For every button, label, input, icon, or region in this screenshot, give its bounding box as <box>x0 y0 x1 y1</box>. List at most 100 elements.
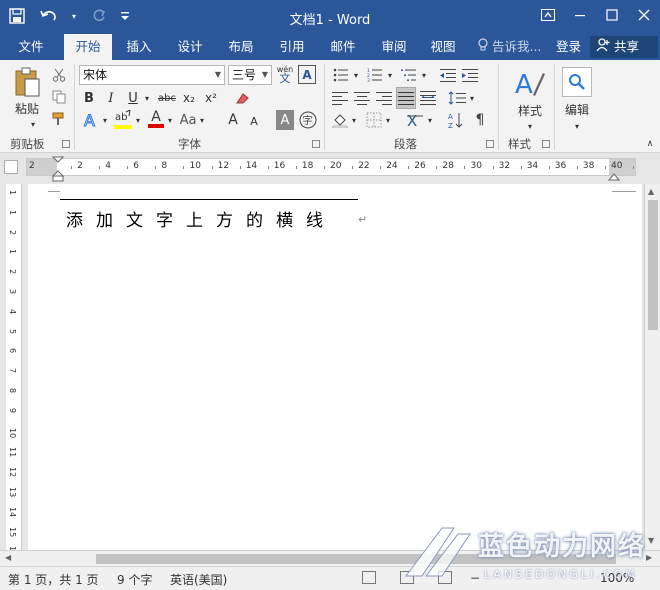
grow-font-button[interactable]: A <box>224 110 242 130</box>
scroll-up-icon[interactable]: ▲ <box>648 187 654 196</box>
tab-file[interactable]: 文件 <box>8 34 54 60</box>
font-size-combo[interactable]: 三号 ▼ <box>228 65 272 85</box>
tab-review[interactable]: 审阅 <box>371 34 417 60</box>
shading-icon[interactable] <box>330 110 350 130</box>
close-icon[interactable] <box>628 0 660 30</box>
language-indicator[interactable]: 英语(美国) <box>170 571 227 588</box>
bullets-icon[interactable] <box>330 66 352 84</box>
format-painter-icon[interactable] <box>50 110 68 128</box>
styles-launcher-icon[interactable]: . <box>542 140 550 148</box>
sort-icon[interactable]: AZ <box>446 110 466 130</box>
editing-dropdown-icon[interactable]: ▾ <box>572 122 582 131</box>
maximize-icon[interactable] <box>596 0 628 30</box>
highlight-color-bar <box>114 124 132 129</box>
font-color-button[interactable]: A <box>146 108 166 130</box>
vertical-scroll-thumb[interactable] <box>648 200 658 330</box>
bold-button[interactable]: B <box>80 89 98 107</box>
highlight-button[interactable]: ab <box>112 108 134 130</box>
tab-references[interactable]: 引用 <box>269 34 315 60</box>
align-left-icon[interactable] <box>330 89 350 107</box>
shading-dropdown-icon[interactable]: ▾ <box>350 110 358 130</box>
word-count[interactable]: 9 个字 <box>117 571 152 588</box>
minimize-icon[interactable] <box>564 0 596 30</box>
styles-button[interactable]: A 样式 <box>508 66 552 122</box>
font-launcher-icon[interactable]: . <box>312 140 320 148</box>
group-separator <box>554 64 555 150</box>
enclose-characters-icon[interactable]: 字 <box>298 110 317 130</box>
font-name-dropdown-icon[interactable]: ▼ <box>215 66 221 84</box>
cut-icon[interactable] <box>50 66 68 84</box>
tell-me-box[interactable]: 告诉我... <box>478 34 541 60</box>
strikethrough-button[interactable]: abc <box>156 89 178 107</box>
share-button[interactable]: 共享 <box>590 36 658 58</box>
read-mode-icon[interactable]: . <box>362 571 376 584</box>
line-spacing-dropdown-icon[interactable]: ▾ <box>468 89 476 107</box>
vertical-scrollbar[interactable]: ▲ ▼ <box>644 184 660 550</box>
vertical-ruler[interactable]: 112123456789101112131415161718 <box>6 184 22 590</box>
ruler-tick-mark <box>633 166 634 169</box>
shrink-font-button[interactable]: A <box>246 112 262 130</box>
distributed-icon[interactable] <box>418 89 438 107</box>
tab-home[interactable]: 开始 <box>64 34 112 60</box>
char-shading-a-icon[interactable]: A <box>276 110 294 130</box>
multilevel-list-icon[interactable] <box>398 66 420 84</box>
font-name-combo[interactable]: 宋体 ▼ <box>79 65 225 85</box>
character-shading-icon[interactable]: Aa <box>180 110 197 130</box>
ruler-tick-mark <box>99 166 101 169</box>
styles-dropdown-icon[interactable]: ▾ <box>525 122 535 131</box>
align-center-icon[interactable] <box>352 89 372 107</box>
ribbon-display-options-icon[interactable] <box>532 0 564 30</box>
paragraph-launcher-icon[interactable]: . <box>486 140 494 148</box>
first-line-indent-icon[interactable] <box>51 156 65 185</box>
right-indent-icon[interactable] <box>607 170 621 184</box>
font-color-dropdown-icon[interactable]: ▾ <box>166 110 174 130</box>
tab-view[interactable]: 视图 <box>420 34 466 60</box>
text-effects-dropdown-icon[interactable]: ▾ <box>101 110 109 130</box>
bullets-dropdown-icon[interactable]: ▾ <box>352 66 360 84</box>
superscript-button[interactable]: x² <box>202 89 220 107</box>
change-case-dropdown-icon[interactable]: ▾ <box>198 110 206 130</box>
tab-design[interactable]: 设计 <box>167 34 213 60</box>
asian-layout-dropdown-icon[interactable]: ▾ <box>426 110 434 130</box>
borders-icon[interactable] <box>364 110 384 130</box>
line-spacing-icon[interactable] <box>446 89 468 107</box>
character-border-button[interactable]: A <box>298 65 316 84</box>
paste-button[interactable]: 粘贴 <box>8 66 46 118</box>
numbering-dropdown-icon[interactable]: ▾ <box>386 66 394 84</box>
paste-dropdown-icon[interactable]: ▾ <box>28 120 38 129</box>
underline-button[interactable]: U <box>124 89 142 107</box>
editing-button[interactable]: 编辑 <box>560 64 594 120</box>
document-page[interactable]: 添加文字上方的横线 ↵ <box>28 184 642 550</box>
scroll-left-icon[interactable]: ◀ <box>5 553 11 562</box>
clipboard-launcher-icon[interactable]: . <box>62 140 70 148</box>
subscript-button[interactable]: x₂ <box>180 89 198 107</box>
page-count[interactable]: 第 1 页，共 1 页 <box>8 571 99 588</box>
tab-mailings[interactable]: 邮件 <box>320 34 366 60</box>
underline-dropdown-icon[interactable]: ▾ <box>142 89 152 107</box>
tab-layout[interactable]: 布局 <box>218 34 264 60</box>
login-link[interactable]: 登录 <box>556 34 581 60</box>
borders-dropdown-icon[interactable]: ▾ <box>384 110 392 130</box>
italic-button[interactable]: I <box>102 89 120 107</box>
copy-icon[interactable] <box>50 88 68 106</box>
align-right-icon[interactable] <box>374 89 394 107</box>
collapse-ribbon-icon[interactable]: ∧ <box>644 138 656 150</box>
numbering-icon[interactable]: 123 <box>364 66 386 84</box>
decrease-indent-icon[interactable] <box>438 66 458 84</box>
document-text[interactable]: 添加文字上方的横线 <box>66 206 336 231</box>
text-effects-icon[interactable]: A <box>80 110 102 130</box>
tab-selector[interactable]: . <box>4 160 18 174</box>
show-marks-icon[interactable]: ¶ <box>470 110 490 130</box>
multilevel-dropdown-icon[interactable]: ▾ <box>420 66 428 84</box>
svg-text:A: A <box>448 113 453 121</box>
ruler-tick-label: 30 <box>470 161 482 171</box>
clear-formatting-icon[interactable] <box>232 89 252 107</box>
justify-icon[interactable] <box>396 87 416 109</box>
increase-indent-icon[interactable] <box>460 66 480 84</box>
tab-insert[interactable]: 插入 <box>116 34 162 60</box>
phonetic-guide-button[interactable]: wén 文 <box>276 64 294 84</box>
asian-layout-icon[interactable]: X <box>404 110 426 130</box>
highlight-dropdown-icon[interactable]: ▾ <box>134 110 142 130</box>
font-size-dropdown-icon[interactable]: ▼ <box>262 66 268 84</box>
horizontal-ruler[interactable]: 2 2 4 6 8 10 12 14 16 18 20 22 24 26 28 30 32 34 36 38 40 <box>26 158 636 176</box>
